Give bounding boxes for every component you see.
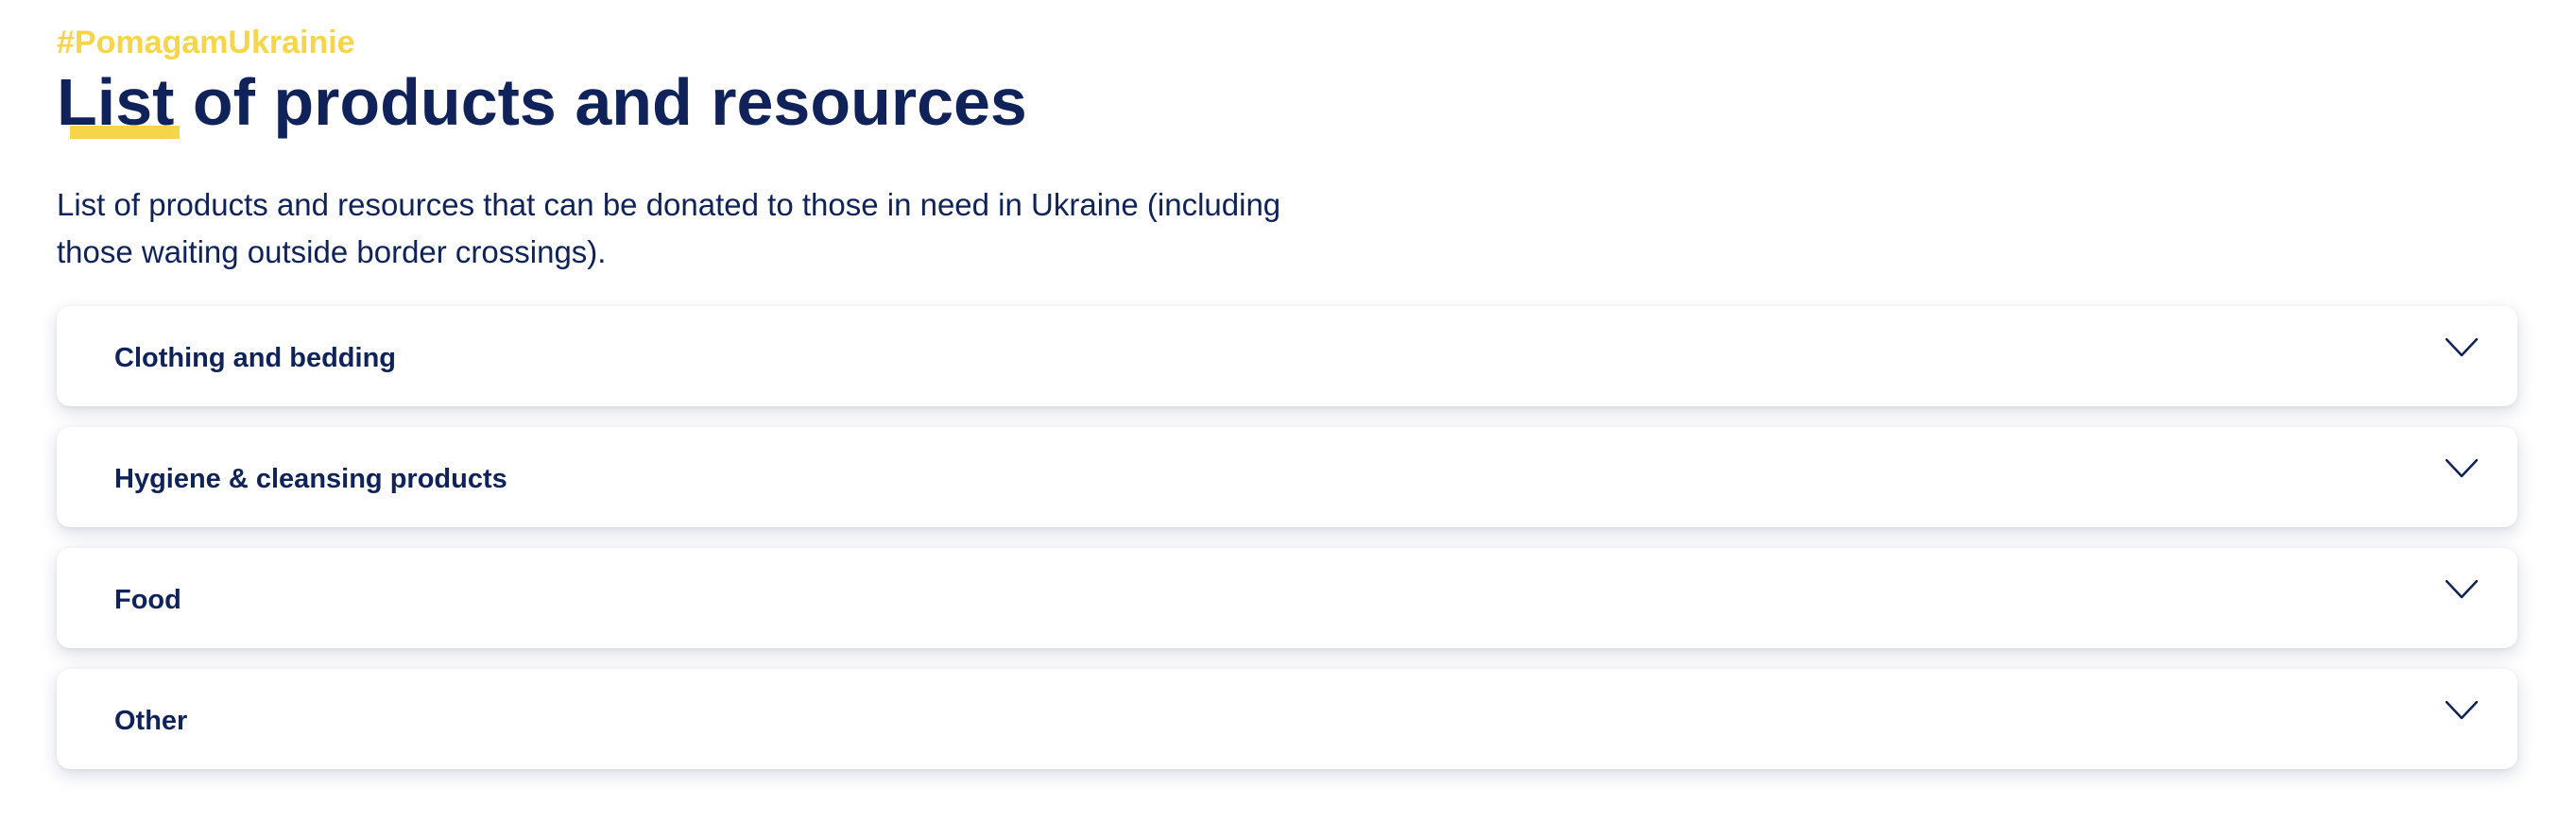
accordion: Clothing and bedding Hygiene & cleansing…: [57, 306, 2517, 790]
page-title-rest: of products and resources: [174, 65, 1027, 139]
accordion-item-label: Clothing and bedding: [114, 343, 397, 373]
page: #PomagamUkrainie List of products and re…: [0, 0, 2576, 839]
page-title: List of products and resources: [57, 62, 1027, 142]
accordion-item-clothing-and-bedding[interactable]: Clothing and bedding: [57, 306, 2517, 406]
accordion-item-hygiene-cleansing-products[interactable]: Hygiene & cleansing products: [57, 427, 2517, 527]
accordion-item-label: Other: [114, 706, 188, 736]
page-description: List of products and resources that can …: [57, 187, 1281, 269]
page-title-highlight-word: List: [57, 62, 180, 142]
chevron-down-icon: [2446, 580, 2478, 599]
accordion-item-label: Food: [114, 585, 181, 615]
accordion-item-food[interactable]: Food: [57, 548, 2517, 648]
chevron-down-icon: [2446, 701, 2478, 720]
hashtag-label: #PomagamUkrainie: [57, 25, 355, 60]
chevron-down-icon: [2446, 459, 2478, 478]
chevron-down-icon: [2446, 338, 2478, 357]
accordion-item-label: Hygiene & cleansing products: [114, 464, 507, 494]
accordion-item-other[interactable]: Other: [57, 669, 2517, 769]
